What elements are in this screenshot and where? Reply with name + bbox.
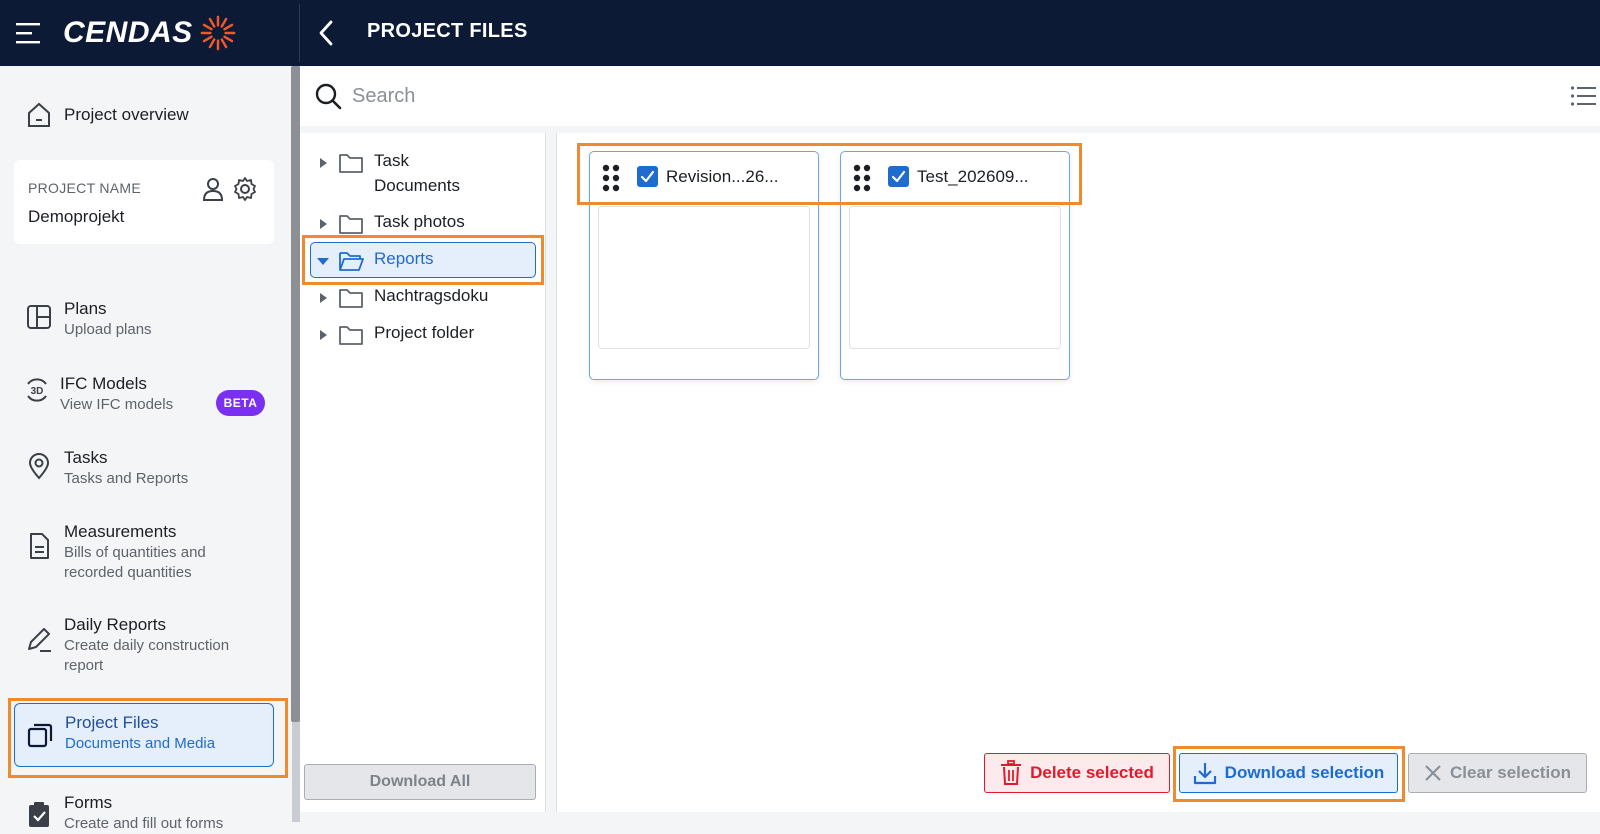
folder-open-icon (339, 252, 364, 271)
sidebar-item-title: Project Files (65, 713, 159, 732)
sidebar-item-title: Tasks (64, 448, 108, 467)
file-name: Revision...26... (666, 167, 779, 186)
sidebar-item-project-files[interactable]: Project Files Documents and Media (14, 703, 274, 767)
search-bar (300, 66, 1600, 126)
cendas-logo[interactable]: CENDAS (63, 14, 237, 52)
sidebar-scrollbar[interactable] (291, 66, 300, 722)
file-name: Test_202609... (917, 167, 1029, 186)
sidebar-item-label: Project overview (64, 105, 189, 124)
sidebar-item-subtitle: Tasks and Reports (64, 470, 189, 487)
download-selection-label: Download selection (1224, 763, 1385, 782)
sidebar-item-subtitle: Documents and Media (65, 735, 216, 752)
checkmark-icon (891, 170, 906, 183)
sidebar-item-measurements[interactable]: Measurements Bills of quantities and reco… (14, 521, 274, 583)
logo-text: CENDAS (63, 16, 193, 49)
svg-text:3D: 3D (31, 386, 44, 397)
caret-right-icon[interactable] (316, 291, 330, 305)
checkmark-icon (640, 170, 655, 183)
sidebar-item-project-overview[interactable]: Project overview (14, 100, 274, 130)
sidebar-item-title: Daily Reports (64, 615, 167, 634)
caret-right-icon[interactable] (316, 156, 330, 170)
folder-label: Reports (374, 249, 434, 268)
tree-folder-task-photos[interactable]: Task photos (316, 209, 465, 235)
trash-icon (1001, 760, 1022, 785)
project-name-label: PROJECT NAME (28, 180, 142, 196)
tree-folder-project-folder[interactable]: Project folder (316, 320, 474, 346)
3d-icon: 3D (27, 378, 47, 402)
folder-label: Project folder (374, 323, 475, 342)
list-view-icon[interactable] (1570, 84, 1596, 108)
sidebar-item-subtitle: Bills of quantities and recorded quantit… (64, 544, 206, 581)
caret-right-icon[interactable] (316, 217, 330, 231)
caret-right-icon[interactable] (316, 328, 330, 342)
caret-down-icon[interactable] (316, 254, 330, 268)
delete-selected-label: Delete selected (1030, 763, 1154, 782)
plans-icon (27, 305, 51, 329)
clear-selection-button[interactable]: Clear selection (1408, 753, 1587, 793)
sidebar-item-daily-reports[interactable]: Daily Reports Create daily construction r… (14, 614, 274, 676)
menu-icon[interactable] (16, 21, 42, 45)
user-icon[interactable] (200, 176, 226, 202)
drag-handle-icon[interactable] (853, 164, 871, 192)
sidebar-item-title: Plans (64, 299, 107, 318)
sidebar-item-subtitle: Upload plans (64, 321, 152, 338)
sidebar-item-subtitle: Create and fill out forms (64, 815, 224, 832)
sidebar-item-title: IFC Models (60, 374, 147, 393)
top-bar: CENDAS PROJECT FILES (0, 0, 1600, 66)
file-checkbox[interactable] (888, 166, 909, 187)
folder-label: Task Documents (374, 151, 460, 195)
sidebar-item-plans[interactable]: Plans Upload plans (14, 298, 274, 340)
sidebar-item-title: Forms (64, 793, 113, 812)
gear-icon[interactable] (232, 176, 258, 202)
folder-label: Task photos (374, 212, 465, 231)
sidebar-item-tasks[interactable]: Tasks Tasks and Reports (14, 447, 274, 489)
sun-logo-icon (200, 15, 236, 51)
tree-folder-nachtragsdoku[interactable]: Nachtragsdoku (316, 283, 488, 309)
folder-icon (339, 289, 363, 308)
folder-label: Nachtragsdoku (374, 286, 489, 305)
search-icon (315, 83, 342, 110)
file-preview[interactable] (849, 206, 1061, 349)
folder-icon (339, 326, 363, 345)
header-divider (299, 4, 300, 62)
download-selection-button[interactable]: Download selection (1179, 753, 1398, 793)
clear-selection-label: Clear selection (1450, 763, 1571, 782)
file-card[interactable]: Revision...26... (589, 151, 819, 380)
clipboard-check-icon (29, 802, 49, 827)
home-icon (28, 102, 50, 127)
pencil-icon (28, 628, 51, 652)
sidebar-item-subtitle: Create daily construction report (64, 637, 230, 674)
file-card[interactable]: Test_202609... (840, 151, 1070, 380)
sidebar-item-title: Measurements (64, 522, 177, 541)
location-pin-icon (28, 453, 50, 480)
beta-badge: BETA (216, 390, 265, 416)
file-preview[interactable] (598, 206, 810, 349)
folder-icon (339, 215, 363, 234)
search-input[interactable] (352, 78, 1452, 114)
tree-folder-task-documents[interactable]: Task Documents (316, 148, 484, 198)
page-title: PROJECT FILES (367, 20, 528, 42)
project-name: Demoprojekt (28, 207, 125, 226)
project-card: PROJECT NAME Demoprojekt (14, 160, 274, 244)
delete-selected-button[interactable]: Delete selected (984, 753, 1170, 793)
drag-handle-icon[interactable] (602, 164, 620, 192)
download-all-button[interactable]: Download All (304, 764, 536, 800)
file-checkbox[interactable] (637, 166, 658, 187)
document-icon (30, 533, 49, 559)
sidebar-item-subtitle: View IFC models (60, 396, 174, 413)
tree-folder-reports[interactable]: Reports (316, 246, 434, 272)
back-chevron-icon[interactable] (316, 19, 336, 47)
files-stack-icon (27, 723, 53, 748)
close-icon (1425, 765, 1441, 781)
download-icon (1193, 763, 1216, 785)
folder-icon (339, 154, 363, 173)
sidebar-item-forms[interactable]: Forms Create and fill out forms (14, 792, 274, 834)
